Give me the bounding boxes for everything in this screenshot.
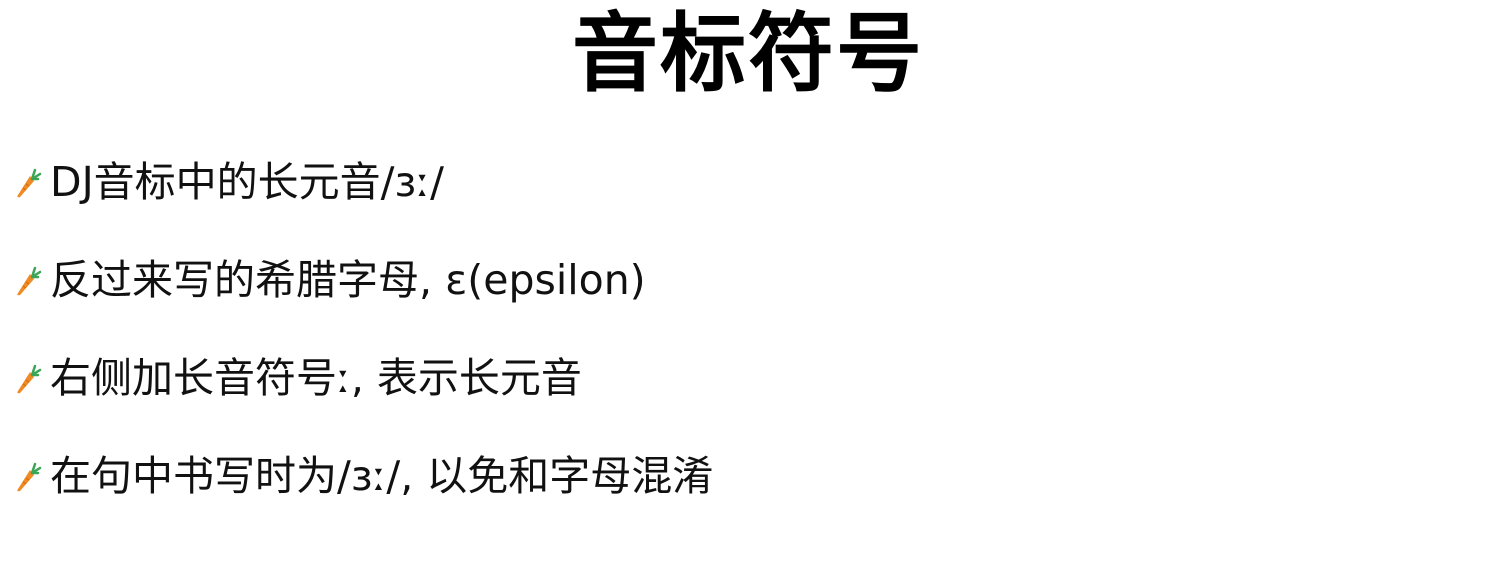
bullet-text: 右侧加长音符号ː, 表示长元音 — [50, 354, 582, 402]
bullet-text: 在句中书写时为/ɜː/, 以免和字母混淆 — [50, 452, 714, 500]
page-title: 音标符号 — [572, 3, 924, 104]
list-item: DJ音标中的长元音/ɜː/ — [14, 150, 713, 214]
carrot-icon — [17, 168, 42, 198]
carrot-icon — [17, 364, 42, 394]
bullet-text: DJ音标中的长元音/ɜː/ — [50, 158, 444, 206]
list-item: 反过来写的希腊字母, ε(epsilon) — [14, 248, 713, 312]
bullet-list: DJ音标中的长元音/ɜː/ 反过来写的希腊字母, ε(epsilon) 右侧加长… — [14, 150, 713, 508]
list-item: 右侧加长音符号ː, 表示长元音 — [14, 346, 713, 410]
carrot-icon — [17, 462, 42, 492]
carrot-icon — [17, 266, 42, 296]
list-item: 在句中书写时为/ɜː/, 以免和字母混淆 — [14, 444, 713, 508]
bullet-text: 反过来写的希腊字母, ε(epsilon) — [50, 256, 646, 304]
